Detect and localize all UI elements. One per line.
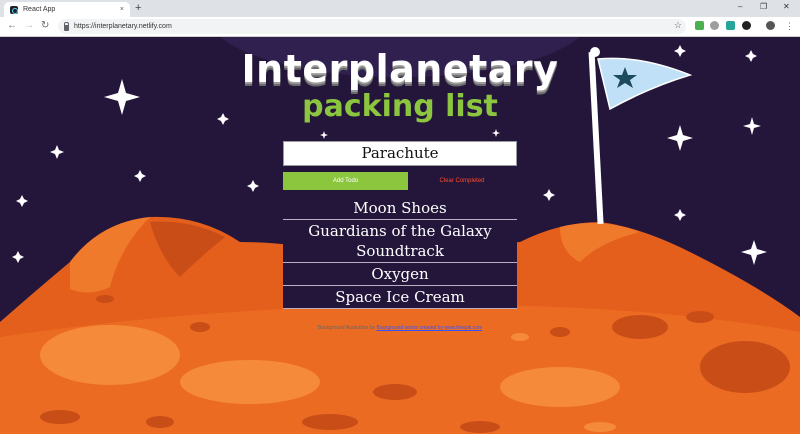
extension-icon[interactable]: [726, 21, 735, 30]
todo-item[interactable]: Space Ice Cream: [283, 286, 517, 309]
lock-icon: [64, 21, 69, 31]
page-viewport: Interplanetary packing list Parachute Ad…: [0, 37, 800, 434]
clear-completed-button[interactable]: Clear Completed: [414, 172, 510, 190]
todo-item[interactable]: Guardians of the Galaxy Soundtrack: [283, 220, 517, 263]
react-favicon-icon: [10, 5, 18, 14]
back-icon[interactable]: ←: [7, 20, 17, 32]
browser-toolbar: ← → ↻ https://interplanetary.netlify.com…: [0, 17, 800, 37]
add-todo-button[interactable]: Add Todo: [283, 172, 408, 190]
profile-avatar-icon[interactable]: [766, 21, 775, 30]
extension-icon[interactable]: [742, 21, 751, 30]
tab-title: React App: [23, 6, 56, 13]
url-text: https://interplanetary.netlify.com: [74, 23, 172, 30]
page-title: Interplanetary: [241, 47, 559, 91]
minimize-button[interactable]: –: [738, 2, 742, 11]
tab-strip: React App × + – ❐ ✕: [0, 0, 800, 17]
tab-close-icon[interactable]: ×: [120, 6, 124, 13]
forward-icon[interactable]: →: [24, 20, 34, 32]
close-window-button[interactable]: ✕: [783, 2, 790, 11]
todo-list: Moon Shoes Guardians of the Galaxy Sound…: [283, 197, 517, 309]
extension-icon[interactable]: [695, 21, 704, 30]
credit-link[interactable]: Background vector created by www.freepik…: [377, 325, 483, 331]
menu-kebab-icon[interactable]: ⋮: [785, 20, 794, 32]
todo-item[interactable]: Moon Shoes: [283, 197, 517, 220]
todo-input[interactable]: Parachute: [283, 141, 517, 166]
todo-item[interactable]: Oxygen: [283, 263, 517, 286]
address-bar[interactable]: https://interplanetary.netlify.com ☆: [58, 19, 686, 34]
restore-button[interactable]: ❐: [760, 2, 767, 11]
browser-tab[interactable]: React App ×: [4, 2, 130, 17]
bookmark-star-icon[interactable]: ☆: [674, 20, 682, 31]
new-tab-button[interactable]: +: [135, 2, 141, 14]
credit-prefix: Background illustration by: [317, 325, 377, 331]
image-credit: Background illustration by Background ve…: [290, 325, 510, 331]
reload-icon[interactable]: ↻: [41, 20, 49, 32]
page-subtitle: packing list: [302, 89, 498, 124]
extension-icon[interactable]: [710, 21, 719, 30]
